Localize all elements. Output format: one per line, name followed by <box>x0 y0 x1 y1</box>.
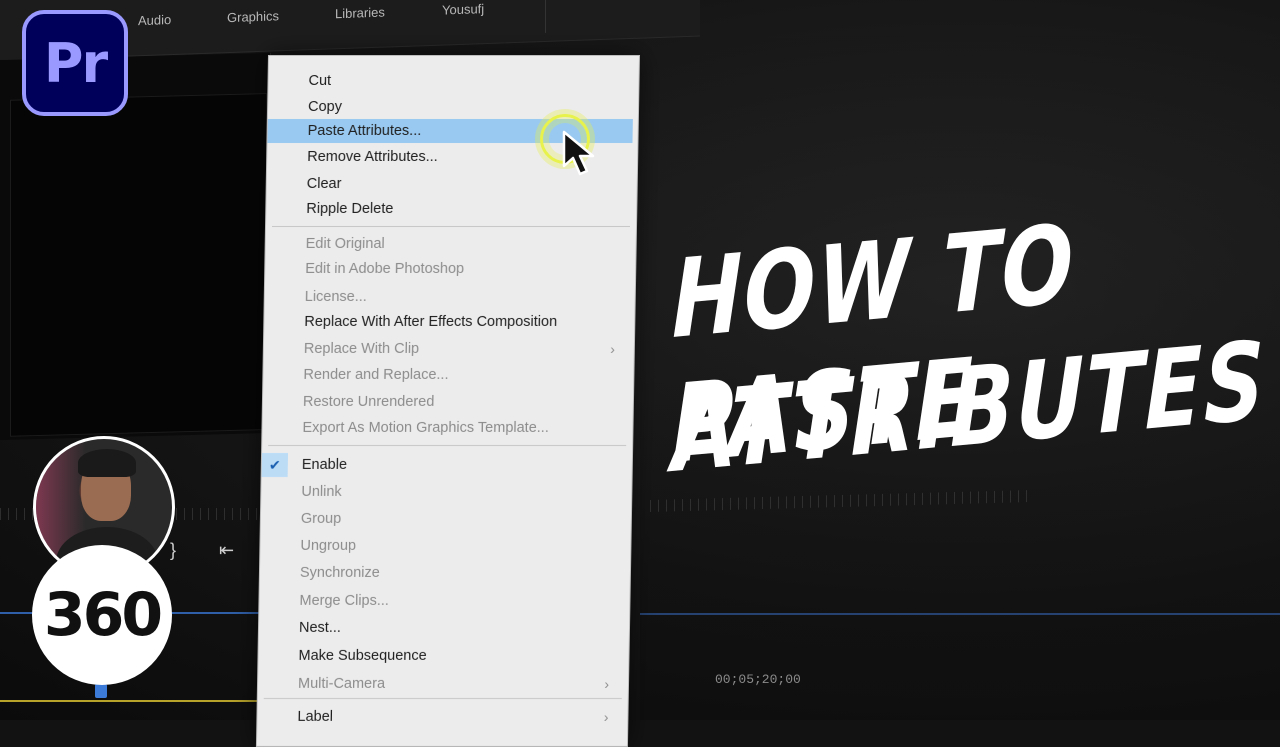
menu-item-nest[interactable]: Nest... <box>259 616 624 640</box>
menu-separator <box>263 698 622 699</box>
menu-item-cut[interactable]: Cut <box>268 69 633 93</box>
tab-libraries[interactable]: Libraries <box>335 5 385 22</box>
menu-item-render-and-replace[interactable]: Render and Replace... <box>263 363 628 387</box>
menu-item-make-subsequence[interactable]: Make Subsequence <box>258 644 623 668</box>
program-monitor-video <box>10 93 267 437</box>
premiere-pro-logo: Pr <box>22 10 128 116</box>
menu-item-unlink[interactable]: Unlink <box>261 480 626 504</box>
menu-item-multi-camera[interactable]: Multi-Camera › <box>258 672 623 696</box>
track-line-right <box>640 613 1280 615</box>
timeline-controls: } ⇤ <box>170 540 272 561</box>
playhead[interactable] <box>95 684 107 698</box>
menu-item-license[interactable]: License... <box>265 285 630 309</box>
submenu-arrow-icon: › <box>610 341 616 357</box>
menu-item-replace-with-ae-comp[interactable]: Replace With After Effects Composition <box>264 310 629 334</box>
work-area-bar <box>0 700 260 702</box>
menu-item-edit-in-photoshop[interactable]: Edit in Adobe Photoshop <box>265 257 630 281</box>
submenu-arrow-icon: › <box>603 709 609 725</box>
menu-item-merge-clips[interactable]: Merge Clips... <box>259 589 624 613</box>
menu-separator <box>268 445 627 446</box>
channel-360-badge: 360 <box>32 545 172 685</box>
tab-divider <box>545 0 546 33</box>
mouse-pointer-icon <box>562 130 595 176</box>
tab-yousufj[interactable]: Yousufj <box>442 1 484 17</box>
menu-item-ungroup[interactable]: Ungroup <box>260 534 625 558</box>
menu-item-restore-unrendered[interactable]: Restore Unrendered <box>263 390 628 414</box>
menu-separator <box>271 226 631 227</box>
menu-item-replace-with-clip[interactable]: Replace With Clip › <box>264 337 629 361</box>
menu-item-export-mogrt[interactable]: Export As Motion Graphics Template... <box>262 416 627 440</box>
menu-item-ripple-delete[interactable]: Ripple Delete <box>266 197 631 221</box>
go-to-in-icon[interactable]: ⇤ <box>219 540 234 560</box>
menu-item-synchronize[interactable]: Synchronize <box>260 561 625 585</box>
menu-item-copy[interactable]: Copy <box>268 95 633 119</box>
menu-item-enable[interactable]: ✔ Enable <box>261 453 627 477</box>
more-tabs-chevron-icon[interactable]: » <box>563 0 572 4</box>
checkmark-icon: ✔ <box>261 453 289 477</box>
submenu-arrow-icon: › <box>604 676 610 692</box>
timeline-timecode: 00;05;20;00 <box>715 672 801 687</box>
tab-audio[interactable]: Audio <box>138 12 171 28</box>
tab-graphics[interactable]: Graphics <box>227 8 279 25</box>
menu-item-label[interactable]: Label › <box>257 705 622 729</box>
menu-item-edit-original[interactable]: Edit Original <box>265 232 630 256</box>
menu-item-group[interactable]: Group <box>261 507 626 531</box>
mark-out-icon[interactable]: } <box>170 540 176 560</box>
